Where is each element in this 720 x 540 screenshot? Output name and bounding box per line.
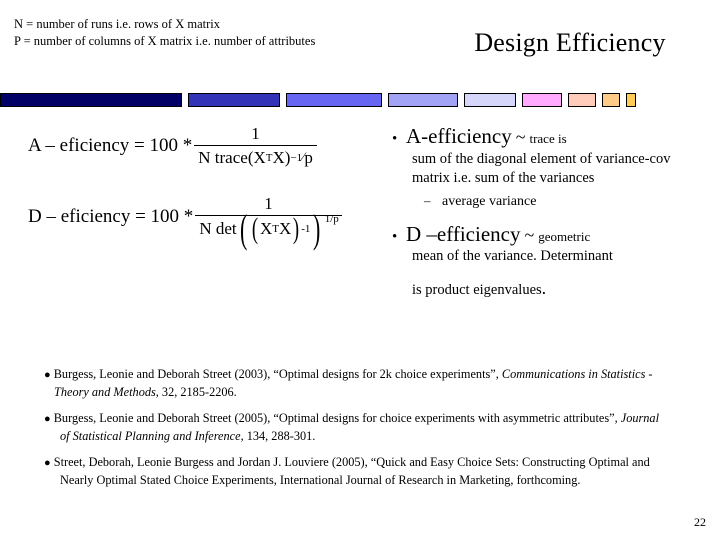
bullet-d-body-line1: mean of the variance. Determinant — [412, 247, 613, 264]
bullet-list: • A-efficiency ~ trace is sum of the dia… — [392, 124, 682, 301]
note-line-n: N = number of runs i.e. rows of X matrix — [14, 17, 220, 31]
formula-a-den-mid: X) — [272, 148, 291, 167]
bullet-point-icon: • — [392, 228, 398, 245]
formula-block: A – eficiency = 100 * 1 N trace(X T X) −1 ⁄ p… — [28, 120, 388, 251]
bullet-a-lead: trace is — [529, 131, 567, 146]
reference-item-2: ● Burgess, Leonie and Deborah Street (20… — [44, 410, 664, 445]
bullet-spacer — [392, 210, 682, 222]
formula-d-denominator: N det((X T X) -1) 1/p — [195, 206, 341, 251]
reference-2-line2-lead: with asymmetric attributes”, — [477, 411, 621, 426]
color-bar-segment-7 — [568, 93, 596, 107]
formula-d-numerator: 1 — [264, 194, 273, 213]
reference-2-tail: , 134, 288-301. — [240, 428, 316, 443]
formula-d-efficiency: D – eficiency = 100 * 1 N det((X T X) -1) 1/… — [28, 194, 388, 251]
color-bar-segment-3 — [286, 93, 382, 107]
bullet-d-body-line2: is product eigenvalues. — [412, 277, 682, 301]
formula-d-paren-open-inner: ( — [251, 212, 259, 245]
formula-a-lhs: A – eficiency = 100 * — [28, 135, 193, 156]
color-bar-segment-6 — [522, 93, 562, 107]
page-number: 22 — [694, 515, 706, 529]
slide-canvas: N = number of runs i.e. rows of X matrix… — [0, 0, 720, 540]
formula-a-denominator: N trace(X T X) −1 ⁄ p — [198, 148, 313, 167]
formula-d-den-prefix: N det — [199, 219, 237, 238]
bullet-a-label: A-efficiency — [406, 124, 512, 148]
color-bar-segment-4 — [388, 93, 458, 107]
formula-a-fraction: 1 N trace(X T X) −1 ⁄ p — [194, 124, 317, 168]
sub-bullet-label: average variance — [442, 193, 537, 209]
reference-3-line1: Street, Deborah, Leonie Burgess and Jord… — [53, 455, 492, 470]
color-bar-segment-8 — [602, 93, 620, 107]
formula-d-lhs: D – eficiency = 100 * — [28, 206, 194, 227]
reference-item-3: ● Street, Deborah, Leonie Burgess and Jo… — [44, 454, 664, 489]
header-notes: N = number of runs i.e. rows of X matrix… — [14, 16, 434, 51]
formula-a-den-slash: ⁄ — [302, 149, 305, 164]
formula-d-paren-open-outer: ( — [239, 206, 247, 251]
reference-bullet-icon: ● — [44, 369, 51, 381]
formula-a-numerator: 1 — [251, 124, 260, 143]
bullet-d-body-line2-text: is product eigenvalues — [412, 281, 542, 298]
color-bar-segment-1 — [0, 93, 182, 107]
formula-a-den-prefix: N trace(X — [198, 148, 266, 167]
sub-bullet-average-variance: – average variance — [424, 193, 682, 210]
color-bar-segment-5 — [464, 93, 516, 107]
reference-1-line1: Burgess, Leonie and Deborah Street (2003… — [53, 367, 499, 381]
bullet-point-icon: • — [392, 131, 398, 147]
bullet-a-efficiency: • A-efficiency ~ trace is — [392, 124, 682, 149]
formula-d-inner-group: (X T X) -1 — [251, 212, 311, 245]
bullet-a-body: sum of the diagonal element of variance-… — [412, 151, 671, 187]
reference-bullet-icon: ● — [44, 457, 51, 470]
tilde-icon: ~ — [515, 127, 526, 147]
slide-title: Design Efficiency — [474, 28, 666, 57]
dash-icon: – — [424, 192, 431, 208]
formula-d-paren-close-inner: ) — [293, 212, 300, 245]
formula-d-paren-close-outer: ) — [313, 206, 321, 251]
reference-1-tail: , 32, 2185-2206. — [155, 384, 237, 399]
formula-d-x1: X — [259, 219, 273, 238]
reference-3-line3: Journal of Research in Marketing, forthc… — [345, 472, 581, 487]
note-line-p: P = number of columns of X matrix i.e. n… — [14, 34, 316, 49]
reference-2-line1: Burgess, Leonie and Deborah Street (2005… — [53, 411, 475, 426]
color-bar-segment-2 — [188, 93, 280, 107]
tilde-icon: ~ — [524, 224, 535, 245]
reference-item-1: ● Burgess, Leonie and Deborah Street (20… — [44, 366, 664, 401]
references-list: ● Burgess, Leonie and Deborah Street (20… — [44, 366, 664, 489]
bullet-d-efficiency: • D –efficiency ~ geometric — [392, 222, 682, 247]
bullet-d-label: D –efficiency — [406, 221, 521, 246]
bullet-d-lead: geometric — [538, 228, 591, 244]
formula-a-den-p: p — [304, 148, 313, 167]
reference-bullet-icon: ● — [44, 413, 51, 426]
formula-a-efficiency: A – eficiency = 100 * 1 N trace(X T X) −1 ⁄ p — [28, 124, 388, 168]
color-bar-segment-9 — [626, 93, 636, 107]
color-bar — [0, 93, 720, 107]
formula-d-outer-exp: 1/p — [324, 213, 339, 225]
formula-d-fraction: 1 N det((X T X) -1) 1/p — [195, 194, 342, 251]
formula-d-x2: X — [278, 219, 292, 238]
bullet-d-body-period: . — [541, 277, 547, 298]
